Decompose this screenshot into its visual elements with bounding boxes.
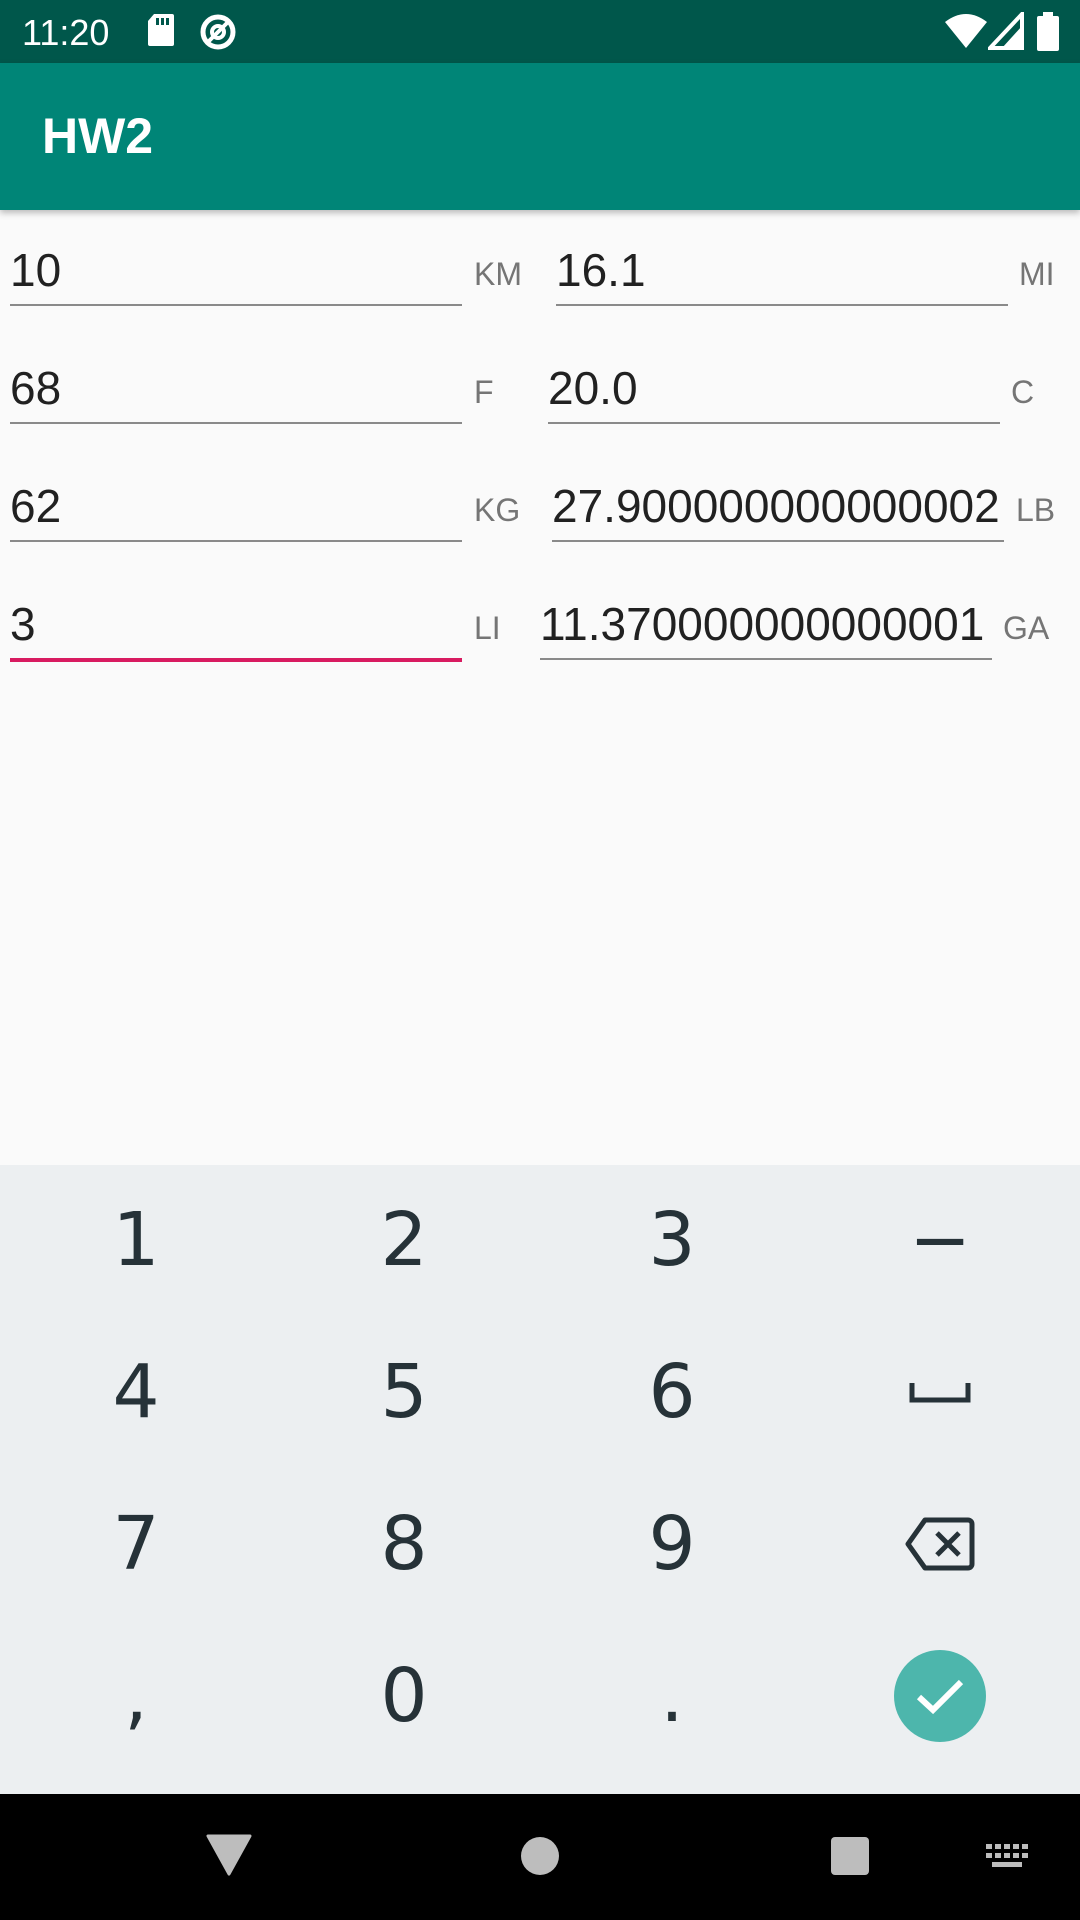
kg-input[interactable]: 62 bbox=[10, 476, 462, 536]
back-icon[interactable] bbox=[206, 1834, 252, 1881]
key-2[interactable]: 2 bbox=[270, 1165, 538, 1315]
liter-unit-label: LI bbox=[474, 610, 501, 646]
numeric-keyboard: 1 2 3 − 4 5 6 7 8 9 , 0 . bbox=[0, 1165, 1080, 1794]
key-space[interactable] bbox=[806, 1317, 1074, 1467]
signal-icon bbox=[985, 8, 1024, 55]
key-3[interactable]: 3 bbox=[538, 1165, 806, 1315]
space-icon bbox=[909, 1383, 971, 1403]
gallon-unit-label: GA bbox=[1003, 610, 1050, 646]
key-4[interactable]: 4 bbox=[2, 1317, 270, 1467]
lb-input-underline bbox=[552, 540, 1004, 542]
key-done[interactable] bbox=[806, 1621, 1074, 1771]
km-unit-label: KM bbox=[474, 256, 522, 292]
fahrenheit-input-underline bbox=[10, 422, 462, 424]
key-5[interactable]: 5 bbox=[270, 1317, 538, 1467]
done-button-circle bbox=[894, 1650, 986, 1742]
gallon-input[interactable]: 11.370000000000001 bbox=[540, 594, 992, 654]
sd-card-icon bbox=[146, 12, 176, 53]
recents-icon[interactable] bbox=[830, 1836, 870, 1881]
key-1[interactable]: 1 bbox=[2, 1165, 270, 1315]
data-saver-icon bbox=[198, 12, 238, 57]
mi-unit-label: MI bbox=[1019, 256, 1055, 292]
status-bar: 11:20 bbox=[0, 0, 1080, 63]
fahrenheit-input[interactable]: 68 bbox=[10, 358, 462, 418]
key-comma[interactable]: , bbox=[2, 1621, 270, 1771]
home-icon[interactable] bbox=[520, 1836, 560, 1881]
km-input-underline bbox=[10, 304, 462, 306]
key-9[interactable]: 9 bbox=[538, 1469, 806, 1619]
key-period[interactable]: . bbox=[538, 1621, 806, 1771]
gallon-input-underline bbox=[540, 658, 992, 660]
mi-input[interactable]: 16.1 bbox=[556, 240, 1008, 300]
celsius-input-underline bbox=[548, 422, 1000, 424]
status-time: 11:20 bbox=[22, 12, 110, 53]
key-6[interactable]: 6 bbox=[538, 1317, 806, 1467]
app-title: HW2 bbox=[42, 108, 154, 164]
keyboard-switch-icon[interactable] bbox=[986, 1844, 1030, 1875]
key-minus[interactable]: − bbox=[806, 1165, 1074, 1315]
km-input[interactable]: 10 bbox=[10, 240, 462, 300]
liter-input[interactable]: 3 bbox=[10, 594, 462, 654]
celsius-input[interactable]: 20.0 bbox=[548, 358, 1000, 418]
key-backspace[interactable] bbox=[806, 1469, 1074, 1619]
key-0[interactable]: 0 bbox=[270, 1621, 538, 1771]
key-7[interactable]: 7 bbox=[2, 1469, 270, 1619]
kg-input-underline bbox=[10, 540, 462, 542]
liter-input-underline bbox=[10, 658, 462, 662]
wifi-icon bbox=[944, 12, 988, 55]
navigation-bar bbox=[0, 1794, 1080, 1920]
lb-input[interactable]: 27.900000000000002 bbox=[552, 476, 1004, 536]
backspace-icon bbox=[905, 1517, 975, 1571]
celsius-unit-label: C bbox=[1011, 374, 1035, 410]
kg-unit-label: KG bbox=[474, 492, 521, 528]
mi-input-underline bbox=[556, 304, 1008, 306]
lb-unit-label: LB bbox=[1016, 492, 1056, 528]
app-bar: HW2 bbox=[0, 63, 1080, 210]
battery-icon bbox=[1036, 12, 1060, 57]
fahrenheit-unit-label: F bbox=[474, 374, 494, 410]
key-8[interactable]: 8 bbox=[270, 1469, 538, 1619]
check-icon bbox=[916, 1679, 964, 1715]
